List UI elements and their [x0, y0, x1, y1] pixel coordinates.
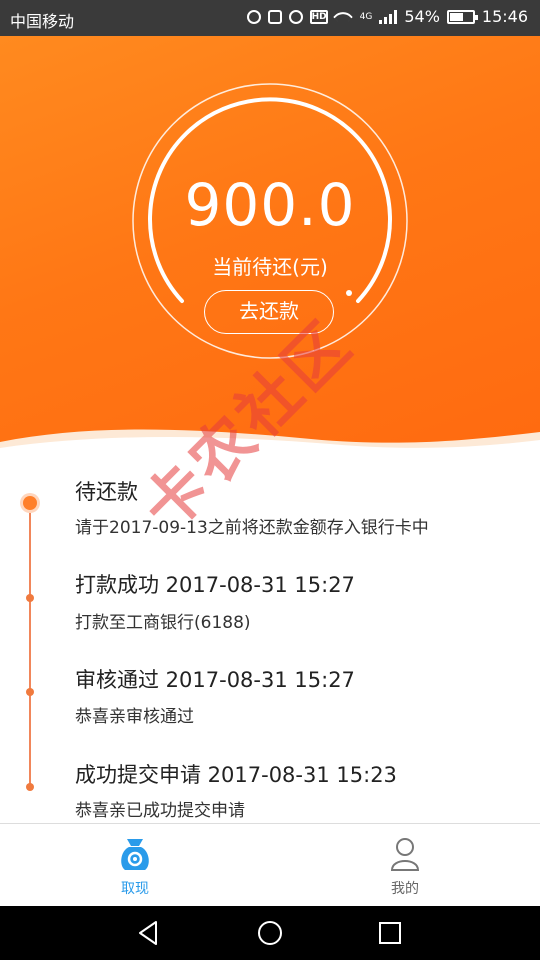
tab-withdraw[interactable]: 取现 — [85, 836, 185, 898]
back-icon[interactable] — [134, 918, 164, 948]
recent-apps-icon[interactable] — [375, 918, 405, 948]
system-nav-bar — [0, 906, 540, 960]
status-bar: 中国移动 HD 4G 54% 15:46 — [0, 0, 540, 36]
pending-amount-label: 当前待还(元) — [212, 255, 328, 279]
location-icon — [246, 9, 261, 24]
timeline-item-title: 审核通过 2017-08-31 15:27 — [75, 668, 355, 692]
status-icons: HD 4G 54% 15:46 — [246, 7, 528, 26]
timeline-item-desc: 打款至工商银行(6188) — [75, 613, 251, 633]
alarm-icon — [288, 9, 303, 24]
network-type: 4G — [359, 11, 373, 22]
timeline-item-desc: 请于2017-09-13之前将还款金额存入银行卡中 — [75, 518, 429, 538]
timeline-item-title: 成功提交申请 2017-08-31 15:23 — [75, 763, 397, 787]
repay-button[interactable]: 去还款 — [204, 290, 334, 334]
timeline-item-desc: 恭喜亲审核通过 — [75, 707, 194, 727]
money-bag-icon — [121, 839, 149, 870]
wave-divider — [0, 429, 540, 456]
home-icon[interactable] — [255, 918, 285, 948]
timeline-dot-current — [23, 496, 37, 510]
wifi-icon — [335, 10, 353, 24]
tab-label: 取现 — [121, 881, 149, 897]
battery-percent: 54% — [404, 7, 440, 26]
vibrate-icon — [267, 9, 282, 24]
bottom-tab-bar: 取现 我的 — [0, 823, 540, 906]
tab-mine[interactable]: 我的 — [355, 836, 455, 898]
repayment-summary: 900.0 当前待还(元) 去还款 — [0, 36, 540, 456]
tab-label: 我的 — [391, 881, 419, 897]
timeline-dot — [26, 783, 34, 791]
timeline-item-title: 打款成功 2017-08-31 15:27 — [75, 573, 355, 597]
timeline-item-title: 待还款 — [75, 480, 138, 504]
timeline-line — [29, 503, 31, 789]
pending-amount: 900.0 — [184, 171, 356, 239]
hd-icon: HD — [309, 9, 328, 24]
clock: 15:46 — [481, 7, 528, 26]
user-icon — [390, 838, 420, 871]
timeline-item-desc: 恭喜亲已成功提交申请 — [75, 801, 245, 821]
loan-timeline: 待还款 请于2017-09-13之前将还款金额存入银行卡中 打款成功 2017-… — [0, 455, 540, 823]
carrier-name: 中国移动 — [10, 12, 75, 31]
battery-icon — [446, 9, 478, 24]
timeline-dot — [26, 594, 34, 602]
timeline-dot — [26, 688, 34, 696]
signal-icon — [379, 9, 398, 24]
